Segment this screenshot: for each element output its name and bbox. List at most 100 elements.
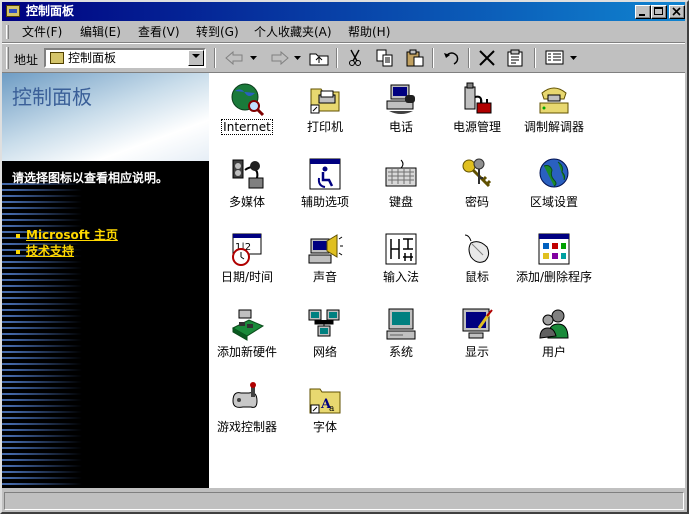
cp-item-datetime[interactable]: 1|2 日期/时间 [207,231,287,284]
maximize-button[interactable] [651,5,667,19]
menu-help[interactable]: 帮助(H) [342,25,396,39]
item-label: 键盘 [388,195,413,209]
modem-icon [536,81,572,117]
cp-item-add-hardware[interactable]: 添加新硬件 [207,306,287,359]
toolbar-separator [468,48,470,68]
item-label: 调制解调器 [523,120,584,134]
item-label: 鼠标 [464,270,489,284]
item-label: 打印机 [306,120,343,134]
up-one-level-button[interactable] [308,49,330,67]
link-tech-support[interactable]: 技术支持 [16,243,74,259]
accessibility-icon [307,156,343,192]
cp-item-sounds[interactable]: 声音 [285,231,365,284]
system-icon [383,306,419,342]
menu-go[interactable]: 转到(G) [190,25,245,39]
cp-item-passwords[interactable]: 密码 [437,156,517,209]
item-label: 字体 [312,420,337,434]
close-button[interactable] [669,5,685,19]
chevron-down-icon [250,56,257,60]
item-label: 电话 [388,120,413,134]
menu-grip[interactable] [6,25,9,39]
game-controller-icon [229,381,265,417]
back-button[interactable] [224,49,246,67]
properties-button[interactable] [504,49,526,67]
item-label: 显示 [464,345,489,359]
cp-item-game-controllers[interactable]: 游戏控制器 [207,381,287,434]
delete-x-icon [479,50,495,66]
toolbar-grip[interactable] [6,47,9,69]
menu-favorites[interactable]: 个人收藏夹(A) [248,25,338,39]
item-label: 声音 [312,270,337,284]
bullet-icon [16,249,20,254]
left-pane-description: 请选择图标以查看相应说明。 [12,171,169,185]
menu-bar: 文件(F) 编辑(E) 查看(V) 转到(G) 个人收藏夹(A) 帮助(H) [2,22,685,43]
delete-button[interactable] [476,49,498,67]
telephony-icon [383,81,419,117]
add-remove-programs-icon [536,231,572,267]
cp-item-power[interactable]: 电源管理 [437,81,517,134]
cut-button[interactable] [344,49,366,67]
cp-item-display[interactable]: 显示 [437,306,517,359]
address-combobox[interactable]: 控制面板 [44,48,206,68]
cp-item-network[interactable]: 网络 [285,306,365,359]
address-dropdown-button[interactable] [188,50,204,66]
scissors-icon [349,49,361,66]
menu-file[interactable]: 文件(F) [16,25,68,39]
left-pane-title: 控制面板 [12,85,92,109]
regional-globe-icon [536,156,572,192]
sound-icon [307,231,343,267]
cp-item-users[interactable]: 用户 [514,306,594,359]
views-dropdown[interactable] [568,49,580,67]
copy-button[interactable] [374,49,396,67]
paste-icon [406,49,424,67]
address-value: 控制面板 [68,51,117,65]
forward-dropdown[interactable] [292,49,304,67]
cp-item-mouse[interactable]: 鼠标 [437,231,517,284]
link-microsoft-home[interactable]: Microsoft 主页 [16,227,118,243]
back-dropdown[interactable] [248,49,260,67]
forward-button[interactable] [268,49,290,67]
paste-button[interactable] [404,49,426,67]
cp-item-modems[interactable]: 调制解调器 [514,81,594,134]
chevron-down-icon [294,56,301,60]
item-label: 添加/删除程序 [515,270,593,284]
cp-item-system[interactable]: 系统 [361,306,441,359]
item-label: 用户 [541,345,566,359]
views-button[interactable] [544,49,566,67]
password-keys-icon [459,156,495,192]
input-method-icon [383,231,419,267]
cp-item-multimedia[interactable]: 多媒体 [207,156,287,209]
cp-item-keyboard[interactable]: 键盘 [361,156,441,209]
forward-arrow-icon [271,51,289,65]
toolbar-separator [432,48,434,68]
minimize-button[interactable] [635,5,651,19]
keyboard-icon [383,156,419,192]
cp-item-fonts[interactable]: Aa 字体 [285,381,365,434]
menu-view[interactable]: 查看(V) [132,25,186,39]
cp-item-telephony[interactable]: 电话 [361,81,441,134]
control-panel-folder-icon [50,52,64,64]
item-label: 添加新硬件 [216,345,277,359]
views-list-icon [545,50,564,65]
printer-icon [307,81,343,117]
cp-item-add-remove[interactable]: 添加/删除程序 [514,231,594,284]
title-bar[interactable]: 控制面板 [2,2,685,21]
cp-item-regional[interactable]: 区域设置 [514,156,594,209]
cp-item-input-method[interactable]: 输入法 [361,231,441,284]
mouse-icon [459,231,495,267]
item-label: 系统 [388,345,413,359]
power-icon [459,81,495,117]
multimedia-icon [229,156,265,192]
close-icon [672,7,681,16]
cp-item-accessibility[interactable]: 辅助选项 [285,156,365,209]
item-label: 区域设置 [529,195,578,209]
display-icon [459,306,495,342]
internet-icon [229,81,265,117]
cp-item-printers[interactable]: 打印机 [285,81,365,134]
cp-item-internet[interactable]: Internet [207,81,287,135]
bullet-icon [16,233,20,238]
item-label: 游戏控制器 [216,420,277,434]
undo-button[interactable] [440,49,462,67]
menu-edit[interactable]: 编辑(E) [74,25,127,39]
toolbar-separator [214,48,216,68]
